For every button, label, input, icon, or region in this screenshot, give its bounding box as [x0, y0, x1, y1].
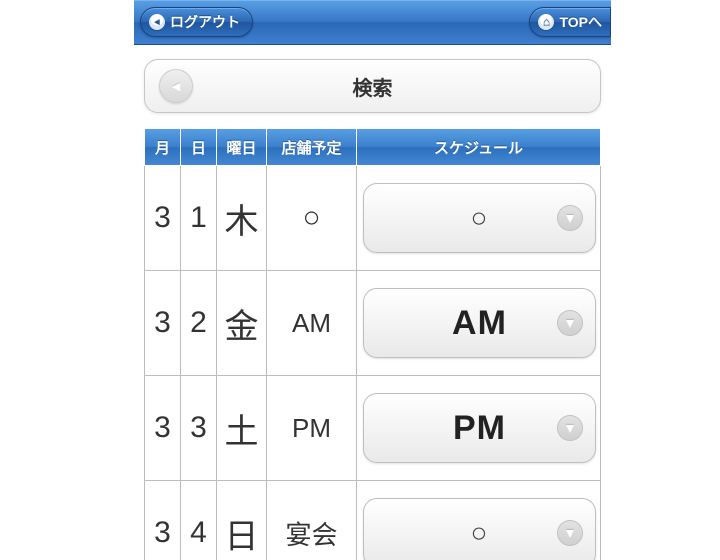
cell-month: 3: [145, 271, 181, 376]
header-month: 月: [145, 129, 181, 166]
cell-month: 3: [145, 376, 181, 481]
cell-day: 3: [181, 376, 217, 481]
schedule-dropdown-label: PM: [453, 409, 506, 448]
chevron-down-icon: [557, 415, 583, 441]
cell-schedule: ○: [357, 166, 601, 271]
top-button[interactable]: TOPへ: [529, 7, 611, 37]
cell-day: 2: [181, 271, 217, 376]
cell-month: 3: [145, 166, 181, 271]
table-row: 31木○○: [145, 166, 601, 271]
header-store-plan: 店舗予定: [267, 129, 357, 166]
cell-store-plan: ○: [267, 166, 357, 271]
home-icon: [538, 14, 554, 30]
header-weekday: 曜日: [217, 129, 267, 166]
schedule-dropdown[interactable]: PM: [363, 393, 596, 463]
cell-day: 4: [181, 481, 217, 560]
chevron-down-icon: [557, 205, 583, 231]
header-schedule: スケジュール: [357, 129, 601, 166]
schedule-dropdown-label: ○: [471, 202, 489, 234]
search-bar[interactable]: 検索: [144, 59, 601, 113]
cell-store-plan: AM: [267, 271, 357, 376]
cell-schedule: AM: [357, 271, 601, 376]
cell-weekday: 金: [217, 271, 267, 376]
schedule-dropdown[interactable]: ○: [363, 183, 596, 253]
app-frame: ログアウト TOPへ 検索 月 日 曜日 店舗予定 スケジュール: [134, 0, 611, 560]
header-day: 日: [181, 129, 217, 166]
schedule-dropdown-label: ○: [471, 517, 489, 549]
cell-weekday: 日: [217, 481, 267, 560]
top-label: TOPへ: [559, 12, 602, 32]
chevron-down-icon: [557, 310, 583, 336]
table-row: 34日宴会 ○: [145, 481, 601, 560]
chevron-down-icon: [557, 520, 583, 546]
search-section: 検索: [134, 45, 611, 129]
cell-schedule: ○: [357, 481, 601, 560]
cell-weekday: 土: [217, 376, 267, 481]
cell-day: 1: [181, 166, 217, 271]
cell-store-plan: PM: [267, 376, 357, 481]
cell-schedule: PM: [357, 376, 601, 481]
schedule-dropdown[interactable]: AM: [363, 288, 596, 358]
table-header-row: 月 日 曜日 店舗予定 スケジュール: [145, 129, 601, 166]
cell-weekday: 木: [217, 166, 267, 271]
cell-store-plan: 宴会: [267, 481, 357, 560]
schedule-table: 月 日 曜日 店舗予定 スケジュール 31木○○32金AMAM33土PMPM34…: [144, 129, 601, 560]
logout-label: ログアウト: [170, 12, 240, 32]
table-row: 33土PMPM: [145, 376, 601, 481]
table-row: 32金AMAM: [145, 271, 601, 376]
logout-button[interactable]: ログアウト: [140, 7, 253, 37]
schedule-dropdown-label: AM: [452, 304, 507, 343]
topbar: ログアウト TOPへ: [134, 0, 611, 45]
search-label: 検索: [159, 72, 586, 101]
back-arrow-icon: [149, 14, 165, 30]
schedule-table-wrap: 月 日 曜日 店舗予定 スケジュール 31木○○32金AMAM33土PMPM34…: [134, 129, 611, 560]
schedule-dropdown[interactable]: ○: [363, 498, 596, 560]
cell-month: 3: [145, 481, 181, 560]
